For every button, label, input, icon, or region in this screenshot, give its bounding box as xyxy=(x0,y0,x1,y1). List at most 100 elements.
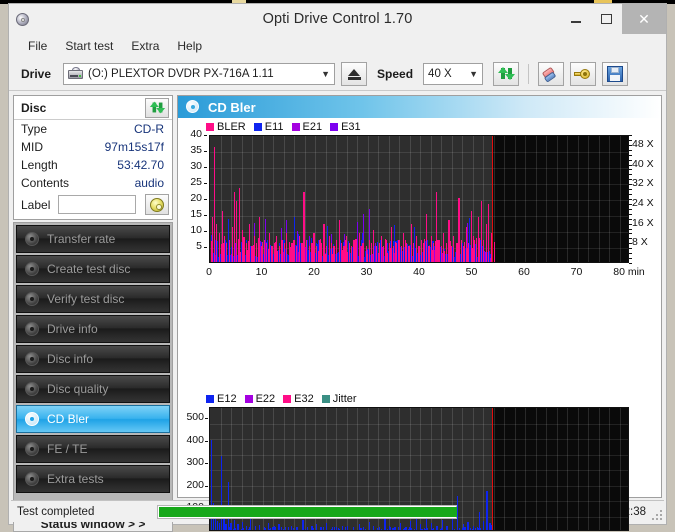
disc-label-button[interactable] xyxy=(145,194,169,215)
plot-gridline-v xyxy=(599,136,600,262)
bar-e12 xyxy=(446,525,448,530)
disc-refresh-button[interactable] xyxy=(145,97,169,118)
plot-gridline-h xyxy=(210,152,628,153)
eject-button[interactable] xyxy=(341,61,368,86)
disc-icon xyxy=(25,471,40,487)
bar-bler xyxy=(222,243,224,262)
legend-label-bler: BLER xyxy=(217,121,246,133)
maximize-button[interactable] xyxy=(591,4,622,34)
menu-item-file[interactable]: File xyxy=(19,37,56,55)
cd-disc-icon xyxy=(150,197,164,212)
bar-bler xyxy=(263,239,265,262)
bar-e12 xyxy=(339,528,341,530)
erase-button[interactable] xyxy=(538,61,565,86)
title-bar: Opti Drive Control 1.70 ✕ xyxy=(9,4,666,34)
disc-label-input[interactable] xyxy=(58,195,137,214)
bar-e12 xyxy=(337,527,339,530)
floppy-save-icon xyxy=(607,65,624,82)
disc-value-length: 53:42.70 xyxy=(117,158,164,172)
x-tick-label: 60 xyxy=(518,266,530,278)
y2-tick-label: 32 X xyxy=(632,177,654,190)
sidebar-item-disc-quality[interactable]: Disc quality xyxy=(16,375,170,403)
bar-bler xyxy=(346,251,348,262)
disc-key-type: Type xyxy=(21,122,48,136)
bar-bler xyxy=(493,242,495,262)
window-buttons: ✕ xyxy=(560,4,666,34)
plot-gridline-v xyxy=(536,408,537,530)
settings-button[interactable] xyxy=(570,61,597,86)
bar-bler xyxy=(278,246,280,262)
y2-tick-mark xyxy=(629,174,632,176)
y2-tick-mark xyxy=(629,228,632,230)
bar-bler xyxy=(366,253,369,262)
eraser-icon xyxy=(539,62,563,85)
chart-bler-plot[interactable] xyxy=(209,135,629,263)
y-tick-mark xyxy=(204,167,207,168)
chevron-down-icon: ▼ xyxy=(321,68,330,79)
plot-gridline-v xyxy=(546,136,547,262)
speed-select[interactable]: 40 X ▼ xyxy=(423,62,484,85)
disc-icon xyxy=(25,321,40,337)
minimize-button[interactable] xyxy=(560,4,591,34)
bar-bler xyxy=(268,233,270,262)
bar-bler xyxy=(342,249,344,262)
bar-bler xyxy=(244,236,246,262)
application-window: Opti Drive Control 1.70 ✕ File Start tes… xyxy=(8,3,667,532)
bar-e12 xyxy=(341,525,344,530)
progress-bar-track xyxy=(157,504,457,519)
bar-e12 xyxy=(275,527,277,530)
bar-e12 xyxy=(459,528,461,530)
sidebar-item-fe-te[interactable]: FE / TE xyxy=(16,435,170,463)
y-tick-label: 500 xyxy=(186,411,204,424)
gear-icon xyxy=(574,66,592,82)
sidebar-item-disc-info[interactable]: Disc info xyxy=(16,345,170,373)
x-tick-label: 0 xyxy=(206,266,212,278)
save-button[interactable] xyxy=(602,61,629,86)
bar-bler xyxy=(359,244,361,262)
plot-no-data-region xyxy=(491,136,628,262)
bar-bler xyxy=(460,239,463,262)
sidebar-item-cd-bler[interactable]: CD Bler xyxy=(16,405,170,433)
sidebar-item-create-test-disc[interactable]: Create test disc xyxy=(16,255,170,283)
bar-e12 xyxy=(287,527,289,530)
y-tick-label: 5 xyxy=(196,240,202,252)
drive-select[interactable]: (O:) PLEXTOR DVDR PX-716A 1.11 ▼ xyxy=(63,62,336,85)
disc-icon xyxy=(25,411,40,427)
y2-tick-label: 24 X xyxy=(632,196,654,209)
bar-bler xyxy=(325,254,327,262)
sidebar-item-extra-tests[interactable]: Extra tests xyxy=(16,465,170,493)
disc-row-length: Length 53:42.70 xyxy=(14,156,172,174)
close-button[interactable]: ✕ xyxy=(622,4,666,34)
bar-e12 xyxy=(320,527,323,530)
menu-item-extra[interactable]: Extra xyxy=(122,37,168,55)
menu-item-help[interactable]: Help xyxy=(168,37,211,55)
sidebar-item-verify-test-disc[interactable]: Verify test disc xyxy=(16,285,170,313)
sidebar-item-transfer-rate[interactable]: Transfer rate xyxy=(16,225,170,253)
bar-bler xyxy=(395,242,398,262)
legend-swatch-e22 xyxy=(244,395,253,403)
charts-area: BLER E11 E21 E31 5 10 15 20 25 30 35 40 … xyxy=(178,118,661,531)
sidebar-item-drive-info[interactable]: Drive info xyxy=(16,315,170,343)
bar-e12 xyxy=(462,524,464,530)
y2-tick-mark xyxy=(629,263,632,264)
bar-e12 xyxy=(237,524,239,530)
disc-panel-title: Disc xyxy=(21,100,47,115)
y2-tick-mark xyxy=(629,144,632,146)
desktop: Opti Drive Control 1.70 ✕ File Start tes… xyxy=(0,0,675,532)
resize-grip[interactable] xyxy=(652,510,662,520)
menu-item-start-test[interactable]: Start test xyxy=(56,37,122,55)
y-tick-label: 25 xyxy=(190,176,202,188)
bar-bler xyxy=(248,241,250,262)
bar-bler xyxy=(475,237,477,262)
y2-tick-label: 40 X xyxy=(632,157,654,170)
disc-icon xyxy=(25,351,40,367)
bar-e12 xyxy=(380,529,382,530)
disc-row-mid: MID 97m15s17f xyxy=(14,138,172,156)
refresh-button[interactable] xyxy=(493,61,520,86)
bar-e12 xyxy=(368,522,370,530)
eject-icon xyxy=(348,69,361,76)
bar-bler xyxy=(281,239,283,262)
disc-hole xyxy=(21,17,25,22)
y-tick-mark xyxy=(204,183,207,184)
bar-bler xyxy=(226,242,228,262)
